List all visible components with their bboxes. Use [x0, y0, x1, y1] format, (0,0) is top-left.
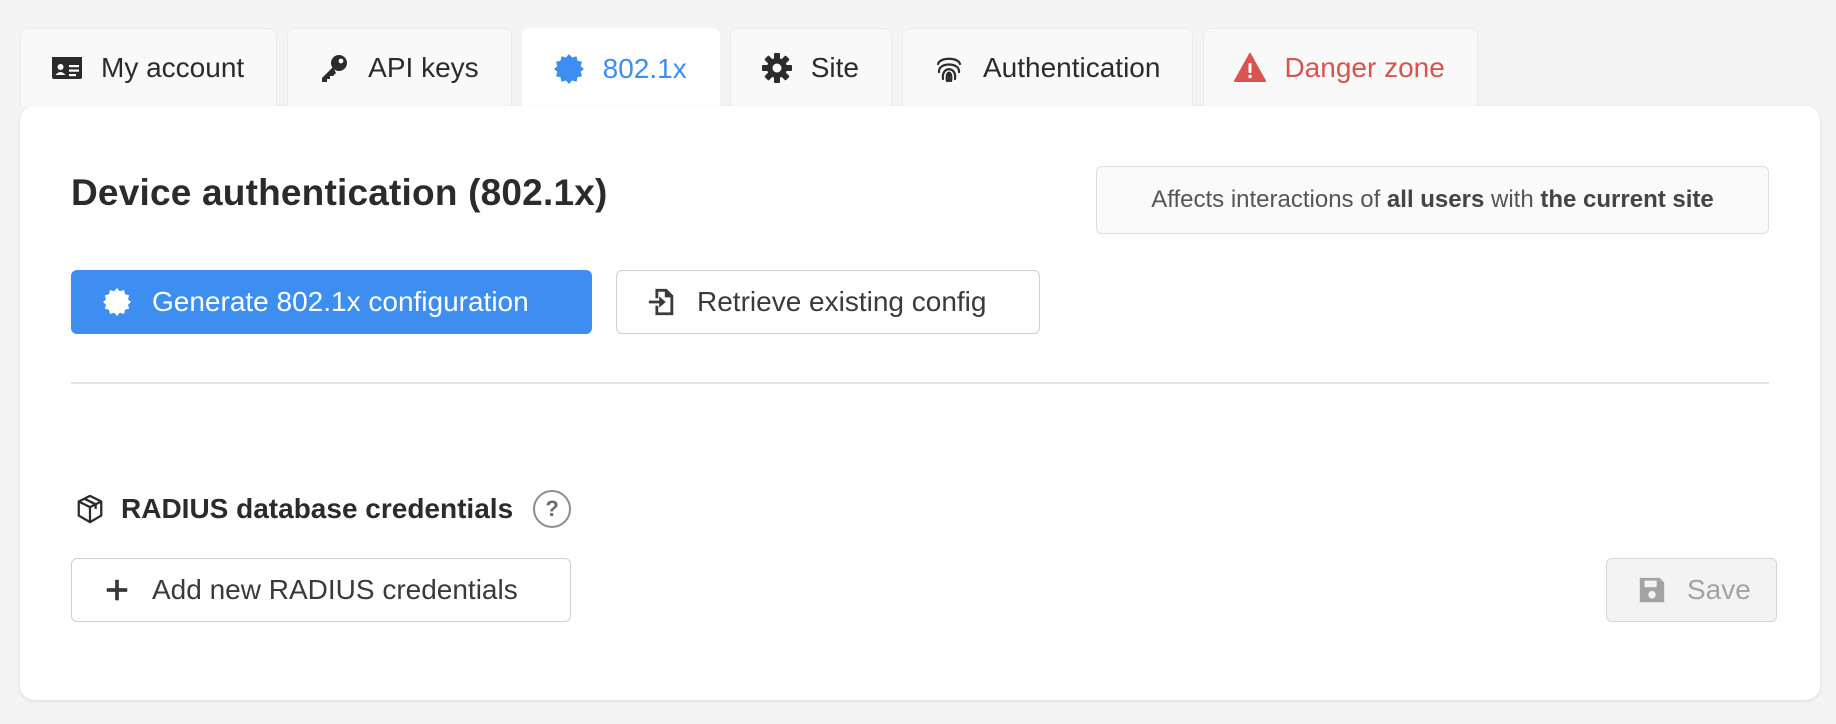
certificate-icon [553, 53, 584, 84]
tab-label: 802.1x [602, 52, 687, 84]
tab-my-account[interactable]: My account [20, 28, 278, 107]
gear-icon [761, 53, 792, 83]
page-title: Device authentication (802.1x) [71, 172, 608, 213]
radius-section-header: RADIUS database credentials ? [75, 490, 572, 528]
tab-site[interactable]: Site [729, 28, 892, 107]
save-button[interactable]: Save [1606, 558, 1777, 622]
tab-label: Danger zone [1284, 52, 1445, 83]
file-import-icon [648, 288, 674, 316]
tab-api-keys[interactable]: API keys [287, 28, 512, 107]
retrieve-config-button[interactable]: Retrieve existing config [616, 270, 1040, 334]
add-radius-credentials-button[interactable]: Add new RADIUS credentials [71, 558, 571, 622]
certificate-icon [102, 287, 132, 317]
section-divider [71, 382, 1769, 384]
id-card-icon [52, 57, 82, 79]
button-label: Generate 802.1x configuration [152, 286, 529, 317]
button-label: Save [1687, 574, 1751, 605]
scope-notice-site: the current site [1540, 186, 1714, 213]
scope-notice-middle: with [1491, 186, 1534, 213]
tab-802-1x[interactable]: 802.1x [521, 28, 720, 108]
tab-authentication[interactable]: Authentication [901, 28, 1194, 107]
settings-tabs: My account API keys 802.1x Site Authenti… [20, 28, 1478, 108]
scope-notice: Affects interactions of all users with t… [1096, 166, 1769, 234]
section-title: RADIUS database credentials [121, 493, 514, 524]
tab-label: Site [810, 52, 859, 83]
floppy-disk-icon [1639, 577, 1665, 603]
help-icon[interactable]: ? [533, 490, 572, 528]
warning-icon [1234, 53, 1267, 82]
tab-label: My account [101, 52, 245, 83]
key-icon [322, 55, 348, 82]
button-label: Retrieve existing config [697, 286, 987, 317]
tab-label: Authentication [982, 52, 1161, 83]
box-icon [77, 494, 103, 524]
scope-notice-prefix: Affects interactions of [1151, 186, 1381, 213]
button-label: Add new RADIUS credentials [152, 574, 518, 605]
generate-config-button[interactable]: Generate 802.1x configuration [71, 270, 592, 334]
plus-icon [106, 579, 128, 601]
tab-danger-zone[interactable]: Danger zone [1203, 28, 1478, 107]
fingerprint-icon [936, 57, 962, 83]
settings-panel: Device authentication (802.1x) Affects i… [20, 106, 1820, 700]
scope-notice-users: all users [1386, 186, 1485, 213]
tab-label: API keys [368, 52, 479, 83]
